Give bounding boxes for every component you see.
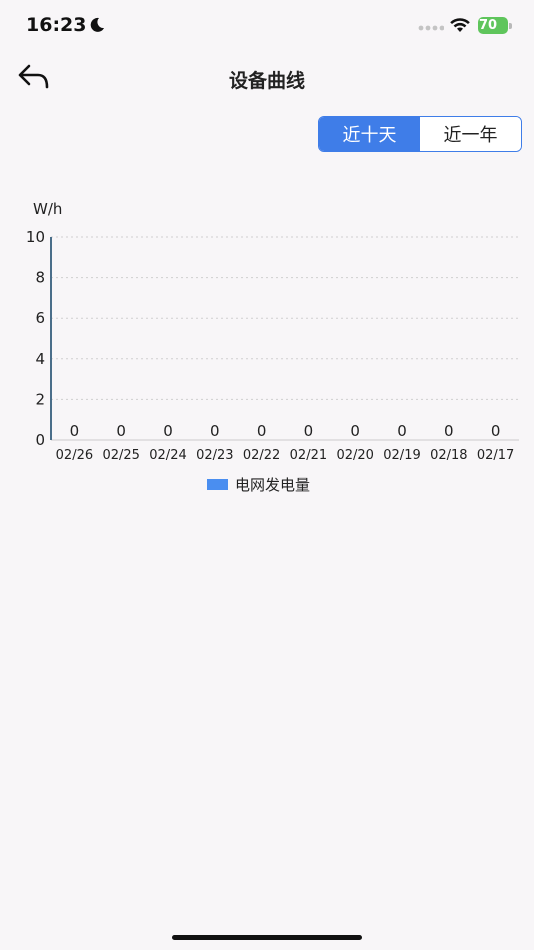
y-tick-label: 8 — [35, 269, 45, 287]
x-tick-label: 02/25 — [102, 448, 139, 463]
battery-level: 70 — [479, 18, 498, 33]
y-tick-label: 4 — [35, 350, 45, 368]
page-title: 设备曲线 — [228, 70, 305, 92]
x-tick-label: 02/17 — [477, 448, 514, 463]
wifi-icon — [450, 18, 470, 32]
y-axis-label: W/h — [33, 200, 62, 218]
x-tick-label: 02/21 — [290, 448, 327, 463]
home-indicator — [172, 935, 362, 940]
bar-data-label: 0 — [397, 422, 407, 440]
tab-last-year[interactable]: 近一年 — [420, 117, 521, 151]
bar-data-label: 0 — [116, 422, 126, 440]
x-tick-label: 02/22 — [243, 448, 280, 463]
bar-data-label: 0 — [491, 422, 501, 440]
bar-data-label: 0 — [257, 422, 267, 440]
tab-last-ten-days[interactable]: 近十天 — [319, 117, 420, 151]
y-tick-label: 0 — [35, 431, 45, 449]
status-time: 16:23 — [26, 14, 87, 36]
bar-data-label: 0 — [210, 422, 220, 440]
nav-bar: 设备曲线 — [0, 52, 534, 104]
bar-data-label: 0 — [444, 422, 454, 440]
moon-icon — [90, 17, 104, 32]
signal-dots-icon — [418, 25, 444, 31]
bar-data-label: 0 — [163, 422, 173, 440]
power-generation-chart: W/h 0 2 4 6 8 10 0 02/26 0 02/25 0 02/24 0 02/23 0 02/22… — [26, 200, 519, 494]
bar-data-label: 0 — [350, 422, 360, 440]
y-tick-label: 10 — [26, 228, 45, 246]
x-tick-label: 02/20 — [336, 448, 373, 463]
time-range-segmented-control: 近十天 近一年 — [318, 116, 522, 152]
x-tick-label: 02/23 — [196, 448, 233, 463]
legend-label: 电网发电量 — [235, 476, 310, 494]
battery-icon: 70 — [478, 16, 514, 36]
y-tick-label: 2 — [35, 390, 45, 408]
x-tick-label: 02/19 — [383, 448, 420, 463]
status-bar: 16:23 70 — [0, 0, 534, 52]
bar-data-label: 0 — [70, 422, 80, 440]
y-tick-label: 6 — [35, 309, 45, 327]
x-tick-label: 02/24 — [149, 448, 186, 463]
legend-swatch — [207, 479, 228, 490]
x-tick-label: 02/18 — [430, 448, 467, 463]
x-tick-label: 02/26 — [56, 448, 93, 463]
bar-data-label: 0 — [304, 422, 314, 440]
